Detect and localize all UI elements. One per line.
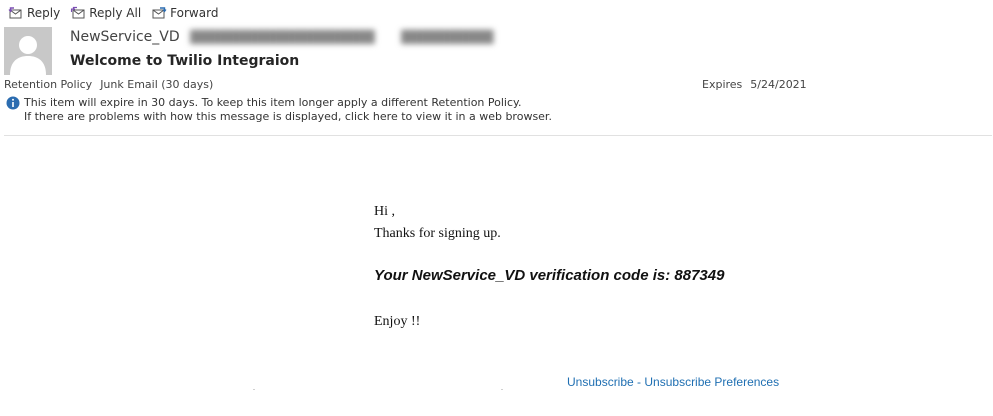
reply-label: Reply (27, 6, 61, 20)
forward-button[interactable]: Forward (151, 6, 218, 20)
reply-all-label: Reply All (89, 6, 142, 20)
redacted-sender-address: ████████████████████ (190, 30, 375, 44)
info-expiry-notice: This item will expire in 30 days. To kee… (24, 96, 522, 109)
info-icon (6, 96, 20, 110)
forward-label: Forward (170, 6, 219, 20)
sender-line: NewService_VD ████████████████████ █████… (70, 29, 493, 45)
unsubscribe-footer: Unsubscribe - Unsubscribe Preferences (567, 375, 779, 389)
message-subject: Welcome to Twilio Integraion (70, 53, 300, 69)
sender-name[interactable]: NewService_VD (70, 29, 180, 45)
reply-all-icon (71, 6, 85, 19)
retention-label: Retention Policy (4, 78, 93, 91)
sender-avatar (4, 27, 52, 75)
reply-icon (8, 7, 22, 19)
header-divider (4, 135, 992, 136)
closing-text: Enjoy !! (374, 314, 421, 329)
retention-policy: Retention Policy Junk Email (30 days) (4, 78, 213, 91)
footer-separator: - (633, 375, 645, 389)
tracking-pixel (253, 389, 255, 390)
reading-pane-toolbar: Reply Reply All Forward (8, 4, 228, 22)
view-in-browser-notice[interactable]: If there are problems with how this mess… (24, 110, 552, 123)
expires-date: 5/24/2021 (750, 78, 807, 91)
greeting-text: Hi , (374, 204, 395, 219)
thanks-text: Thanks for signing up. (374, 226, 501, 241)
redacted-recipient: ██████████ (401, 30, 494, 44)
expires-label: Expires (702, 78, 743, 91)
unsubscribe-link[interactable]: Unsubscribe (567, 375, 634, 389)
reply-button[interactable]: Reply (8, 6, 60, 20)
expiry: Expires 5/24/2021 (702, 78, 807, 91)
tracking-pixel (501, 389, 503, 390)
retention-policy-value: Junk Email (30 days) (100, 78, 214, 91)
forward-icon (152, 7, 167, 19)
reply-all-button[interactable]: Reply All (70, 6, 141, 20)
avatar-silhouette-icon (4, 27, 52, 75)
unsubscribe-preferences-link[interactable]: Unsubscribe Preferences (644, 375, 779, 389)
verification-code-text: Your NewService_VD verification code is:… (374, 267, 725, 284)
